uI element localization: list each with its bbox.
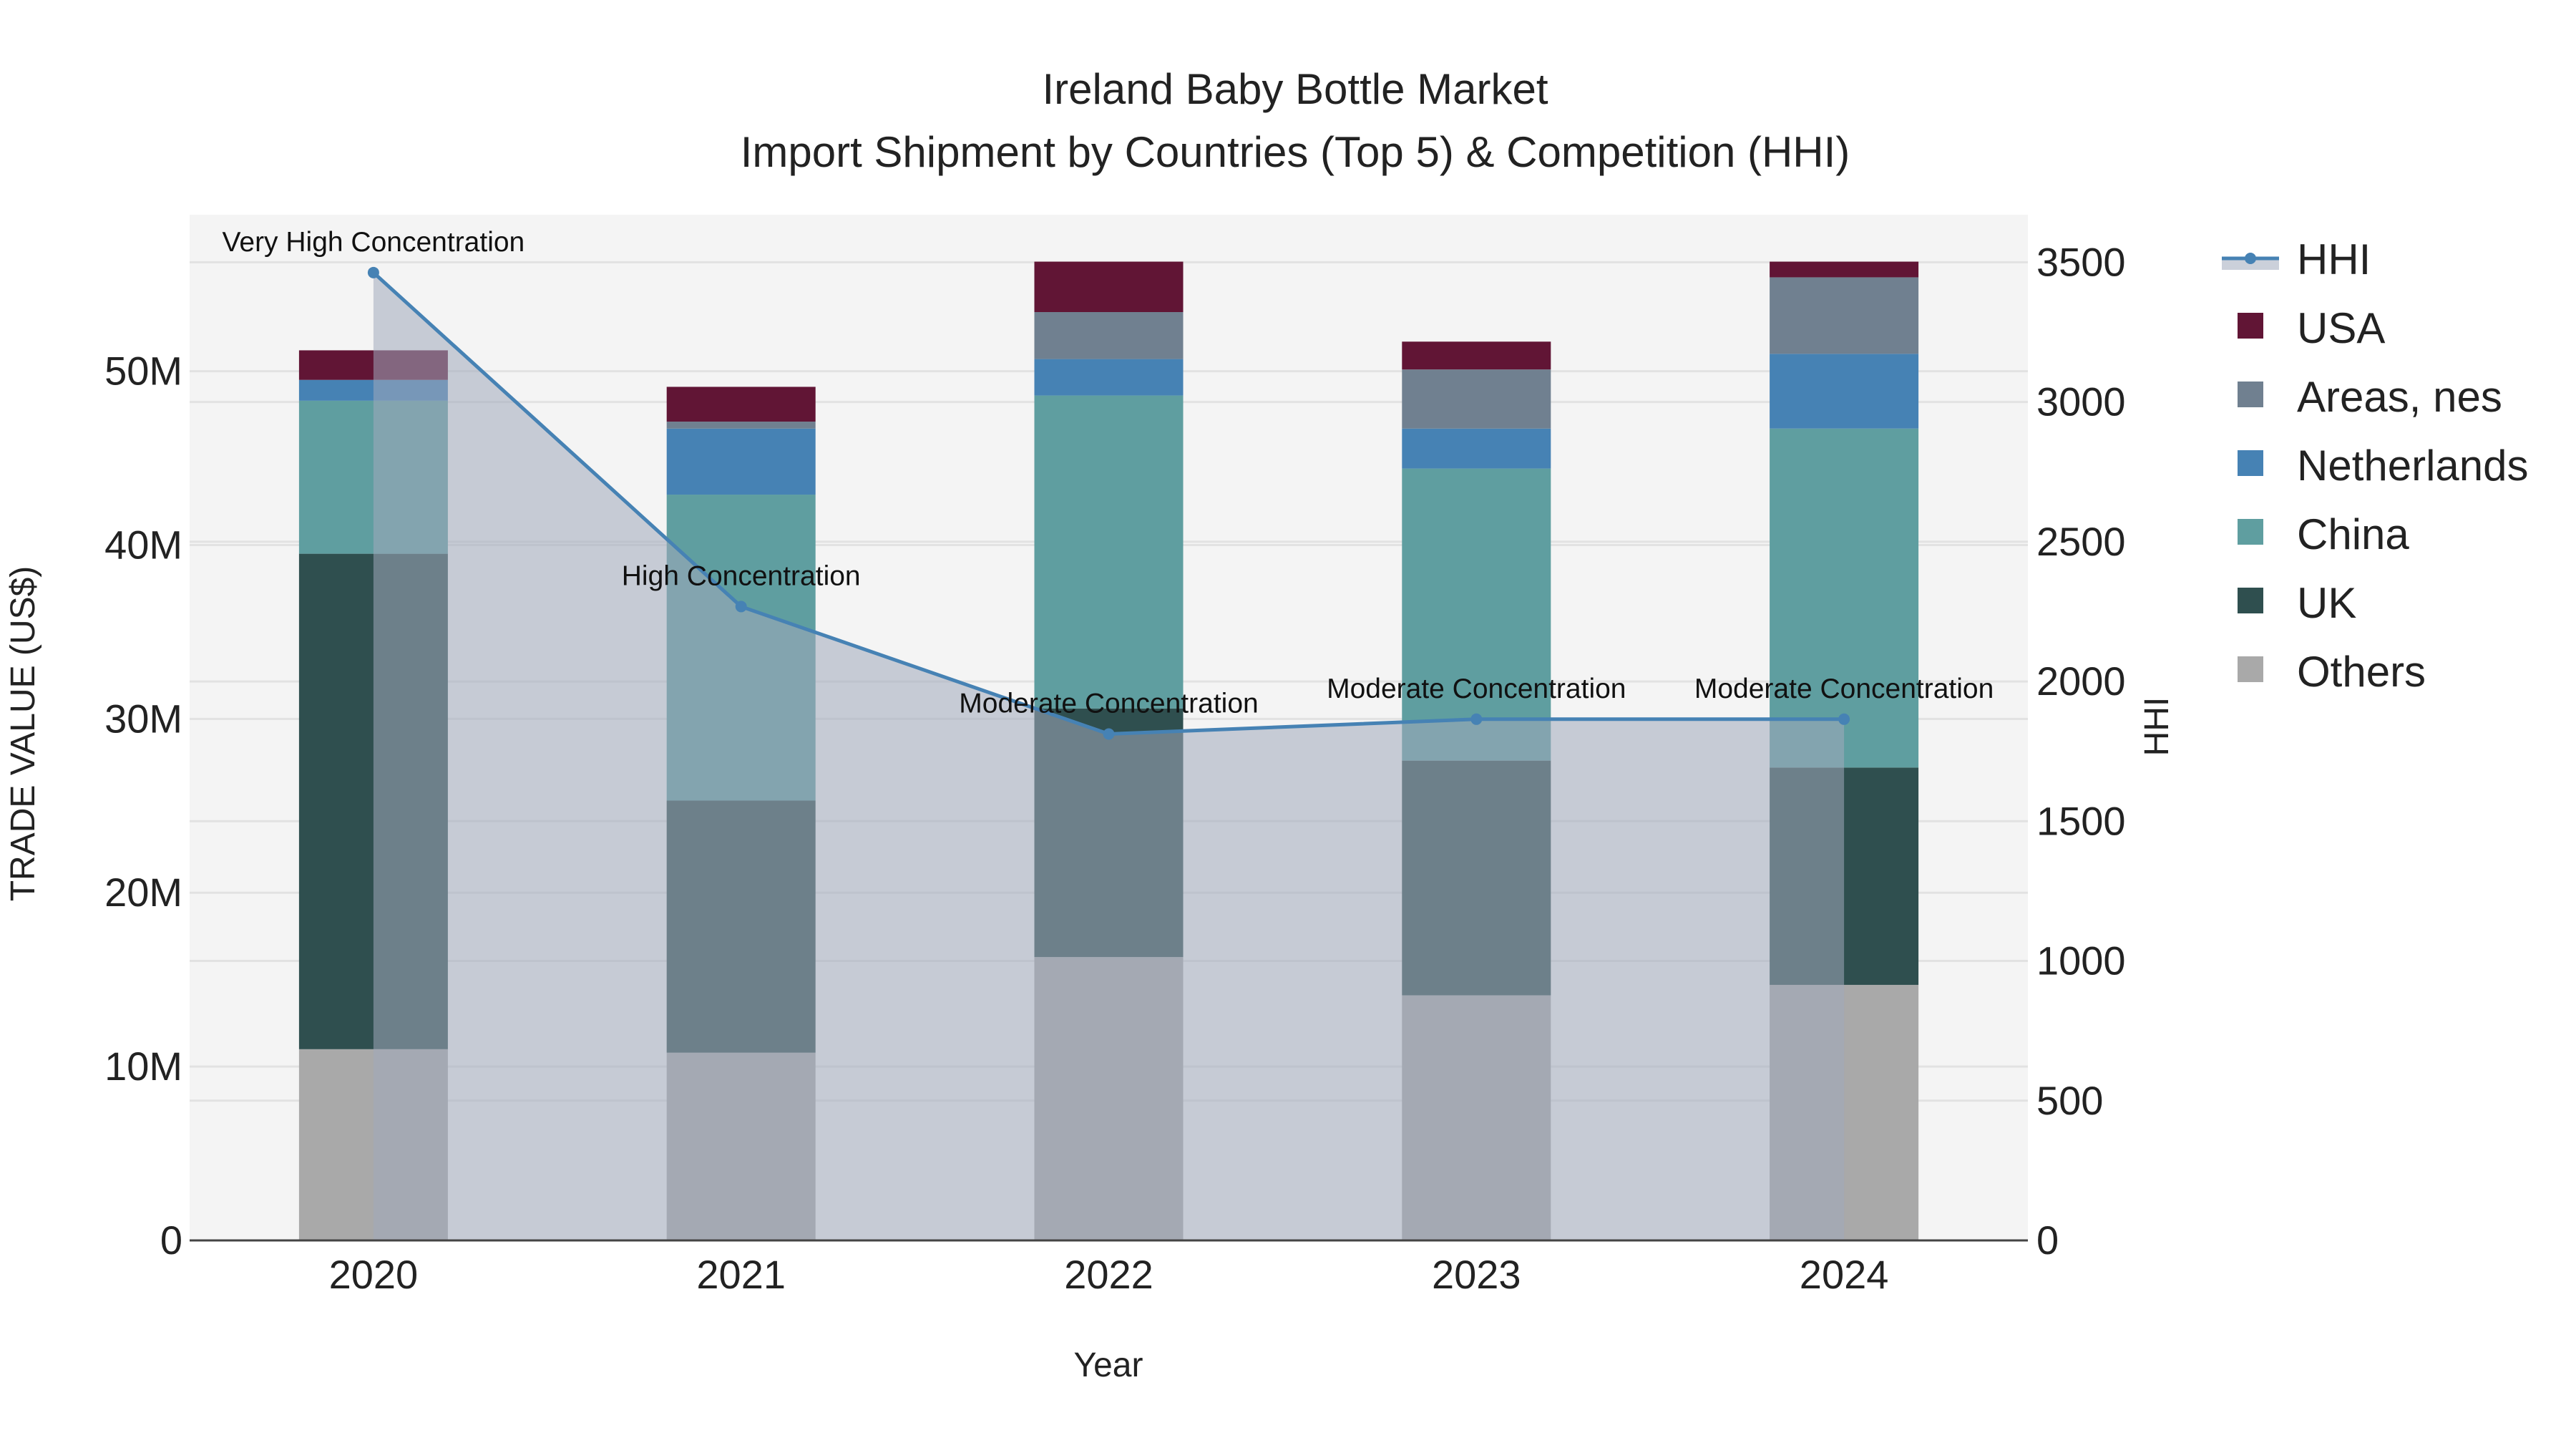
legend-label[interactable]: HHI <box>2297 235 2371 283</box>
bar-netherlands-2022 <box>1034 359 1184 396</box>
chart-title: Ireland Baby Bottle Market <box>1042 65 1548 113</box>
hhi-point-2021 <box>735 601 747 613</box>
legend-label[interactable]: Netherlands <box>2297 442 2529 490</box>
legend-swatch-areas-nes <box>2238 382 2263 407</box>
y2-tick-label: 2000 <box>2036 659 2126 704</box>
legend-swatch-china <box>2238 519 2263 545</box>
legend-hhi-marker <box>2245 253 2256 264</box>
y-axis-ticks: 0 10M 20M 30M 40M 50M <box>104 349 182 1263</box>
legend-swatch-others <box>2238 656 2263 682</box>
bar-netherlands-2023 <box>1402 428 1551 469</box>
legend-swatch-usa <box>2238 313 2263 339</box>
y2-tick-label: 3500 <box>2036 239 2126 284</box>
legend-label[interactable]: Others <box>2297 648 2426 696</box>
legend-label[interactable]: USA <box>2297 304 2385 352</box>
y2-axis-ticks: 0 500 1000 1500 2000 2500 3000 3500 <box>2036 239 2126 1263</box>
y-tick-label: 30M <box>104 696 182 741</box>
x-axis-title: Year <box>1074 1346 1143 1384</box>
y2-axis-title: HHI <box>2138 697 2176 757</box>
x-tick-label: 2022 <box>1064 1252 1153 1297</box>
hhi-point-2022 <box>1103 728 1115 740</box>
legend-label[interactable]: UK <box>2297 579 2356 627</box>
legend-label[interactable]: Areas, nes <box>2297 373 2502 421</box>
y-tick-label: 20M <box>104 870 182 915</box>
hhi-annotation: High Concentration <box>622 560 861 591</box>
chart: Very High Concentration High Concentratio… <box>4 65 2529 1384</box>
bar-netherlands-2024 <box>1770 354 1919 429</box>
y-tick-label: 0 <box>160 1218 182 1263</box>
bar-areas-nes-2021 <box>666 422 816 429</box>
x-axis-ticks: 2020 2021 2022 2023 2024 <box>329 1252 1889 1297</box>
hhi-point-2024 <box>1838 713 1850 725</box>
x-tick-label: 2024 <box>1800 1252 1889 1297</box>
bar-areas-nes-2023 <box>1402 369 1551 429</box>
bar-usa-2022 <box>1034 261 1184 313</box>
bar-usa-2021 <box>666 387 816 422</box>
bar-usa-2024 <box>1770 261 1919 278</box>
bar-areas-nes-2024 <box>1770 277 1919 354</box>
bar-china-2022 <box>1034 395 1184 709</box>
legend: HHI USA Areas, nes Netherlands China UK Others <box>2222 235 2529 696</box>
hhi-annotation: Moderate Concentration <box>1694 674 1994 704</box>
chart-subtitle: Import Shipment by Countries (Top 5) & C… <box>741 128 1850 176</box>
y2-tick-label: 2500 <box>2036 519 2126 564</box>
hhi-annotation: Moderate Concentration <box>959 688 1258 719</box>
y2-tick-label: 1500 <box>2036 798 2126 843</box>
y2-tick-label: 1000 <box>2036 938 2126 983</box>
bar-usa-2023 <box>1402 341 1551 370</box>
hhi-point-2020 <box>367 266 379 278</box>
bar-areas-nes-2022 <box>1034 312 1184 359</box>
hhi-point-2023 <box>1470 713 1483 725</box>
y2-tick-label: 0 <box>2036 1218 2059 1263</box>
hhi-annotation: Very High Concentration <box>223 227 525 258</box>
x-tick-label: 2023 <box>1432 1252 1521 1297</box>
hhi-annotation: Moderate Concentration <box>1327 674 1626 704</box>
y2-tick-label: 3000 <box>2036 379 2126 424</box>
y-axis-title: TRADE VALUE (US$) <box>4 566 42 902</box>
legend-label[interactable]: China <box>2297 510 2409 558</box>
legend-swatch-netherlands <box>2238 450 2263 476</box>
x-tick-label: 2021 <box>696 1252 786 1297</box>
x-tick-label: 2020 <box>329 1252 419 1297</box>
y-tick-label: 10M <box>104 1044 182 1089</box>
y-tick-label: 40M <box>104 522 182 567</box>
y-tick-label: 50M <box>104 349 182 394</box>
legend-swatch-uk <box>2238 588 2263 613</box>
y2-tick-label: 500 <box>2036 1078 2103 1123</box>
bar-netherlands-2021 <box>666 428 816 495</box>
